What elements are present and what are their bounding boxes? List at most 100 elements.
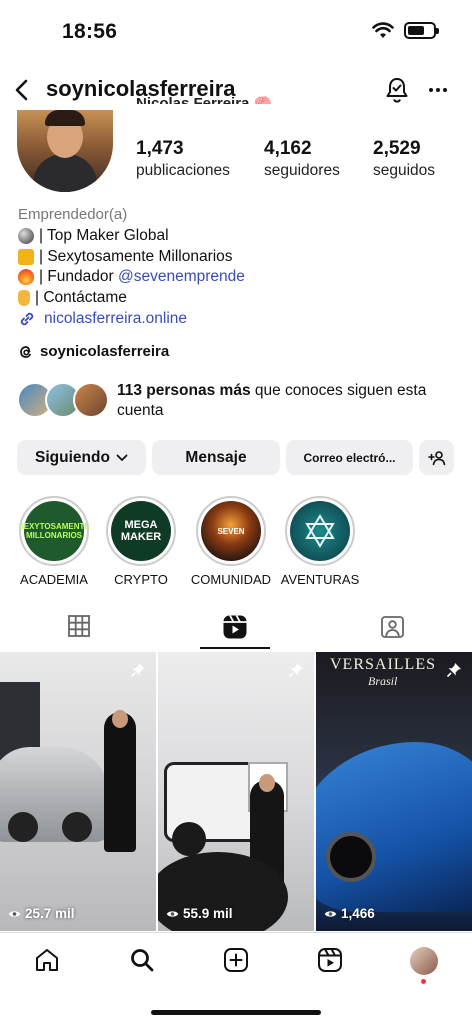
stat-following-value: 2,529: [373, 138, 421, 159]
globe-emoji-icon: [18, 228, 34, 245]
bio-mention-link[interactable]: @sevenemprende: [118, 268, 245, 285]
pin-icon: [288, 663, 303, 678]
highlight-cover: SEVEN: [201, 501, 261, 561]
stat-posts-value: 1,473: [136, 138, 184, 159]
bio-text: | Top Maker Global: [39, 227, 169, 244]
sign-text: VERSAILLES: [330, 656, 436, 673]
profile-tabs: [0, 604, 472, 652]
highlight-ring: MEGA MAKER: [106, 496, 176, 566]
stat-followers-label: seguidores: [264, 162, 340, 179]
message-label: Mensaje: [185, 448, 247, 466]
reel-thumbnail[interactable]: 55.9 mil: [158, 652, 314, 931]
mutual-followers-text[interactable]: 113 personas más que conoces siguen esta…: [117, 381, 447, 421]
view-count: 55.9 mil: [166, 906, 233, 921]
eye-icon: [166, 910, 179, 917]
highlight-cover: [290, 501, 350, 561]
bio-text: | Sexytosamente Millonarios: [39, 247, 233, 265]
tagged-icon[interactable]: [380, 614, 405, 639]
search-icon[interactable]: [129, 947, 155, 973]
mutual-count: 113 personas más: [117, 382, 251, 399]
status-time: 18:56: [62, 20, 118, 43]
highlight-aventuras[interactable]: AVENTURAS: [281, 496, 359, 587]
reels-icon[interactable]: [222, 614, 248, 640]
highlight-academia[interactable]: SEXYTOSAMENTE MILLONARIOS ACADEMIA: [17, 496, 91, 587]
crown-emoji-icon: [18, 248, 34, 265]
highlight-ring: SEVEN: [196, 496, 266, 566]
bell-icon[interactable]: [384, 76, 410, 104]
more-icon[interactable]: [424, 76, 452, 104]
bio-line: | Top Maker Global: [18, 226, 245, 247]
threads-badge[interactable]: soynicolasferreira: [18, 343, 169, 360]
view-count: 25.7 mil: [8, 906, 75, 921]
stat-posts[interactable]: 1,473 publicaciones: [136, 138, 230, 180]
profile-avatar[interactable]: [17, 110, 113, 192]
sign-subtext: Brasil: [368, 674, 398, 688]
bio-text: | Fundador: [39, 268, 118, 285]
bio-line: | Fundador @sevenemprende: [18, 267, 245, 288]
highlight-cover: SEXYTOSAMENTE MILLONARIOS: [18, 501, 90, 561]
view-count-text: 25.7 mil: [25, 906, 75, 921]
stat-followers[interactable]: 4,162 seguidores: [264, 138, 340, 180]
status-icons: [372, 22, 439, 39]
reels-grid: 25.7 mil 55.9 mil VERSAILLES Brasil 1,46…: [0, 652, 472, 931]
email-label: Correo electró...: [303, 450, 396, 465]
threads-icon: [20, 345, 31, 358]
fire-emoji-icon: [18, 269, 34, 286]
eye-icon: [324, 910, 337, 917]
home-icon[interactable]: [34, 947, 60, 973]
link-icon: [20, 312, 34, 326]
threads-handle: soynicolasferreira: [40, 343, 170, 360]
view-count-text: 1,466: [341, 906, 375, 921]
highlight-label: COMUNIDAD: [190, 572, 272, 587]
eye-icon: [8, 910, 21, 917]
highlight-ring: SEXYTOSAMENTE MILLONARIOS: [18, 496, 90, 566]
profile-website-text: nicolasferreira.online: [44, 310, 188, 327]
profile-category: Emprendedor(a): [18, 206, 128, 223]
view-count: 1,466: [324, 906, 375, 921]
create-icon[interactable]: [223, 947, 249, 973]
stat-following[interactable]: 2,529 seguidos: [373, 138, 435, 180]
add-user-icon: [427, 450, 445, 465]
highlight-label: ACADEMIA: [20, 572, 88, 587]
notification-dot: [421, 979, 426, 984]
bio-text: | Contáctame: [35, 288, 127, 306]
chevron-down-icon: [116, 454, 128, 461]
stat-posts-label: publicaciones: [136, 162, 230, 179]
email-button[interactable]: Correo electró...: [286, 440, 413, 475]
chevron-left-icon[interactable]: [12, 78, 32, 102]
avatar[interactable]: [410, 947, 438, 975]
highlight-ring: [285, 496, 355, 566]
pin-icon: [446, 663, 461, 678]
reel-thumbnail[interactable]: 25.7 mil: [0, 652, 156, 931]
bio-line: | Sexytosamente Millonarios: [18, 247, 245, 268]
highlight-label: AVENTURAS: [280, 572, 360, 587]
profile-website-link[interactable]: nicolasferreira.online: [18, 310, 187, 328]
home-indicator: [151, 1010, 321, 1015]
message-button[interactable]: Mensaje: [152, 440, 280, 475]
reel-thumbnail[interactable]: VERSAILLES Brasil 1,466: [316, 652, 472, 931]
profile-bio: | Top Maker Global | Sexytosamente Millo…: [18, 226, 245, 308]
battery-icon: [404, 22, 439, 39]
bio-line: | Contáctame: [18, 288, 245, 309]
following-button[interactable]: Siguiendo: [17, 440, 146, 475]
stat-following-label: seguidos: [373, 162, 436, 179]
view-count-text: 55.9 mil: [183, 906, 233, 921]
status-bar: 18:56: [0, 0, 472, 60]
avatar: [73, 382, 109, 418]
pointing-down-emoji-icon: [18, 289, 30, 306]
grid-icon[interactable]: [67, 614, 91, 638]
mutual-followers-avatars[interactable]: [17, 382, 109, 420]
highlight-cover: MEGA MAKER: [111, 501, 171, 561]
following-label: Siguiendo: [35, 448, 110, 466]
profile-full-name: Nicolas Ferreira 🧠: [136, 95, 273, 104]
highlight-comunidad[interactable]: SEVEN COMUNIDAD: [191, 496, 271, 587]
reels-nav-icon[interactable]: [317, 947, 343, 973]
wifi-icon: [372, 22, 394, 38]
pin-icon: [130, 663, 145, 678]
stat-followers-value: 4,162: [264, 138, 312, 159]
active-tab-indicator: [200, 647, 270, 649]
highlight-crypto[interactable]: MEGA MAKER CRYPTO: [104, 496, 178, 587]
star-of-david-icon: [305, 514, 335, 548]
highlight-label: CRYPTO: [114, 572, 168, 587]
add-user-button[interactable]: [419, 440, 454, 475]
